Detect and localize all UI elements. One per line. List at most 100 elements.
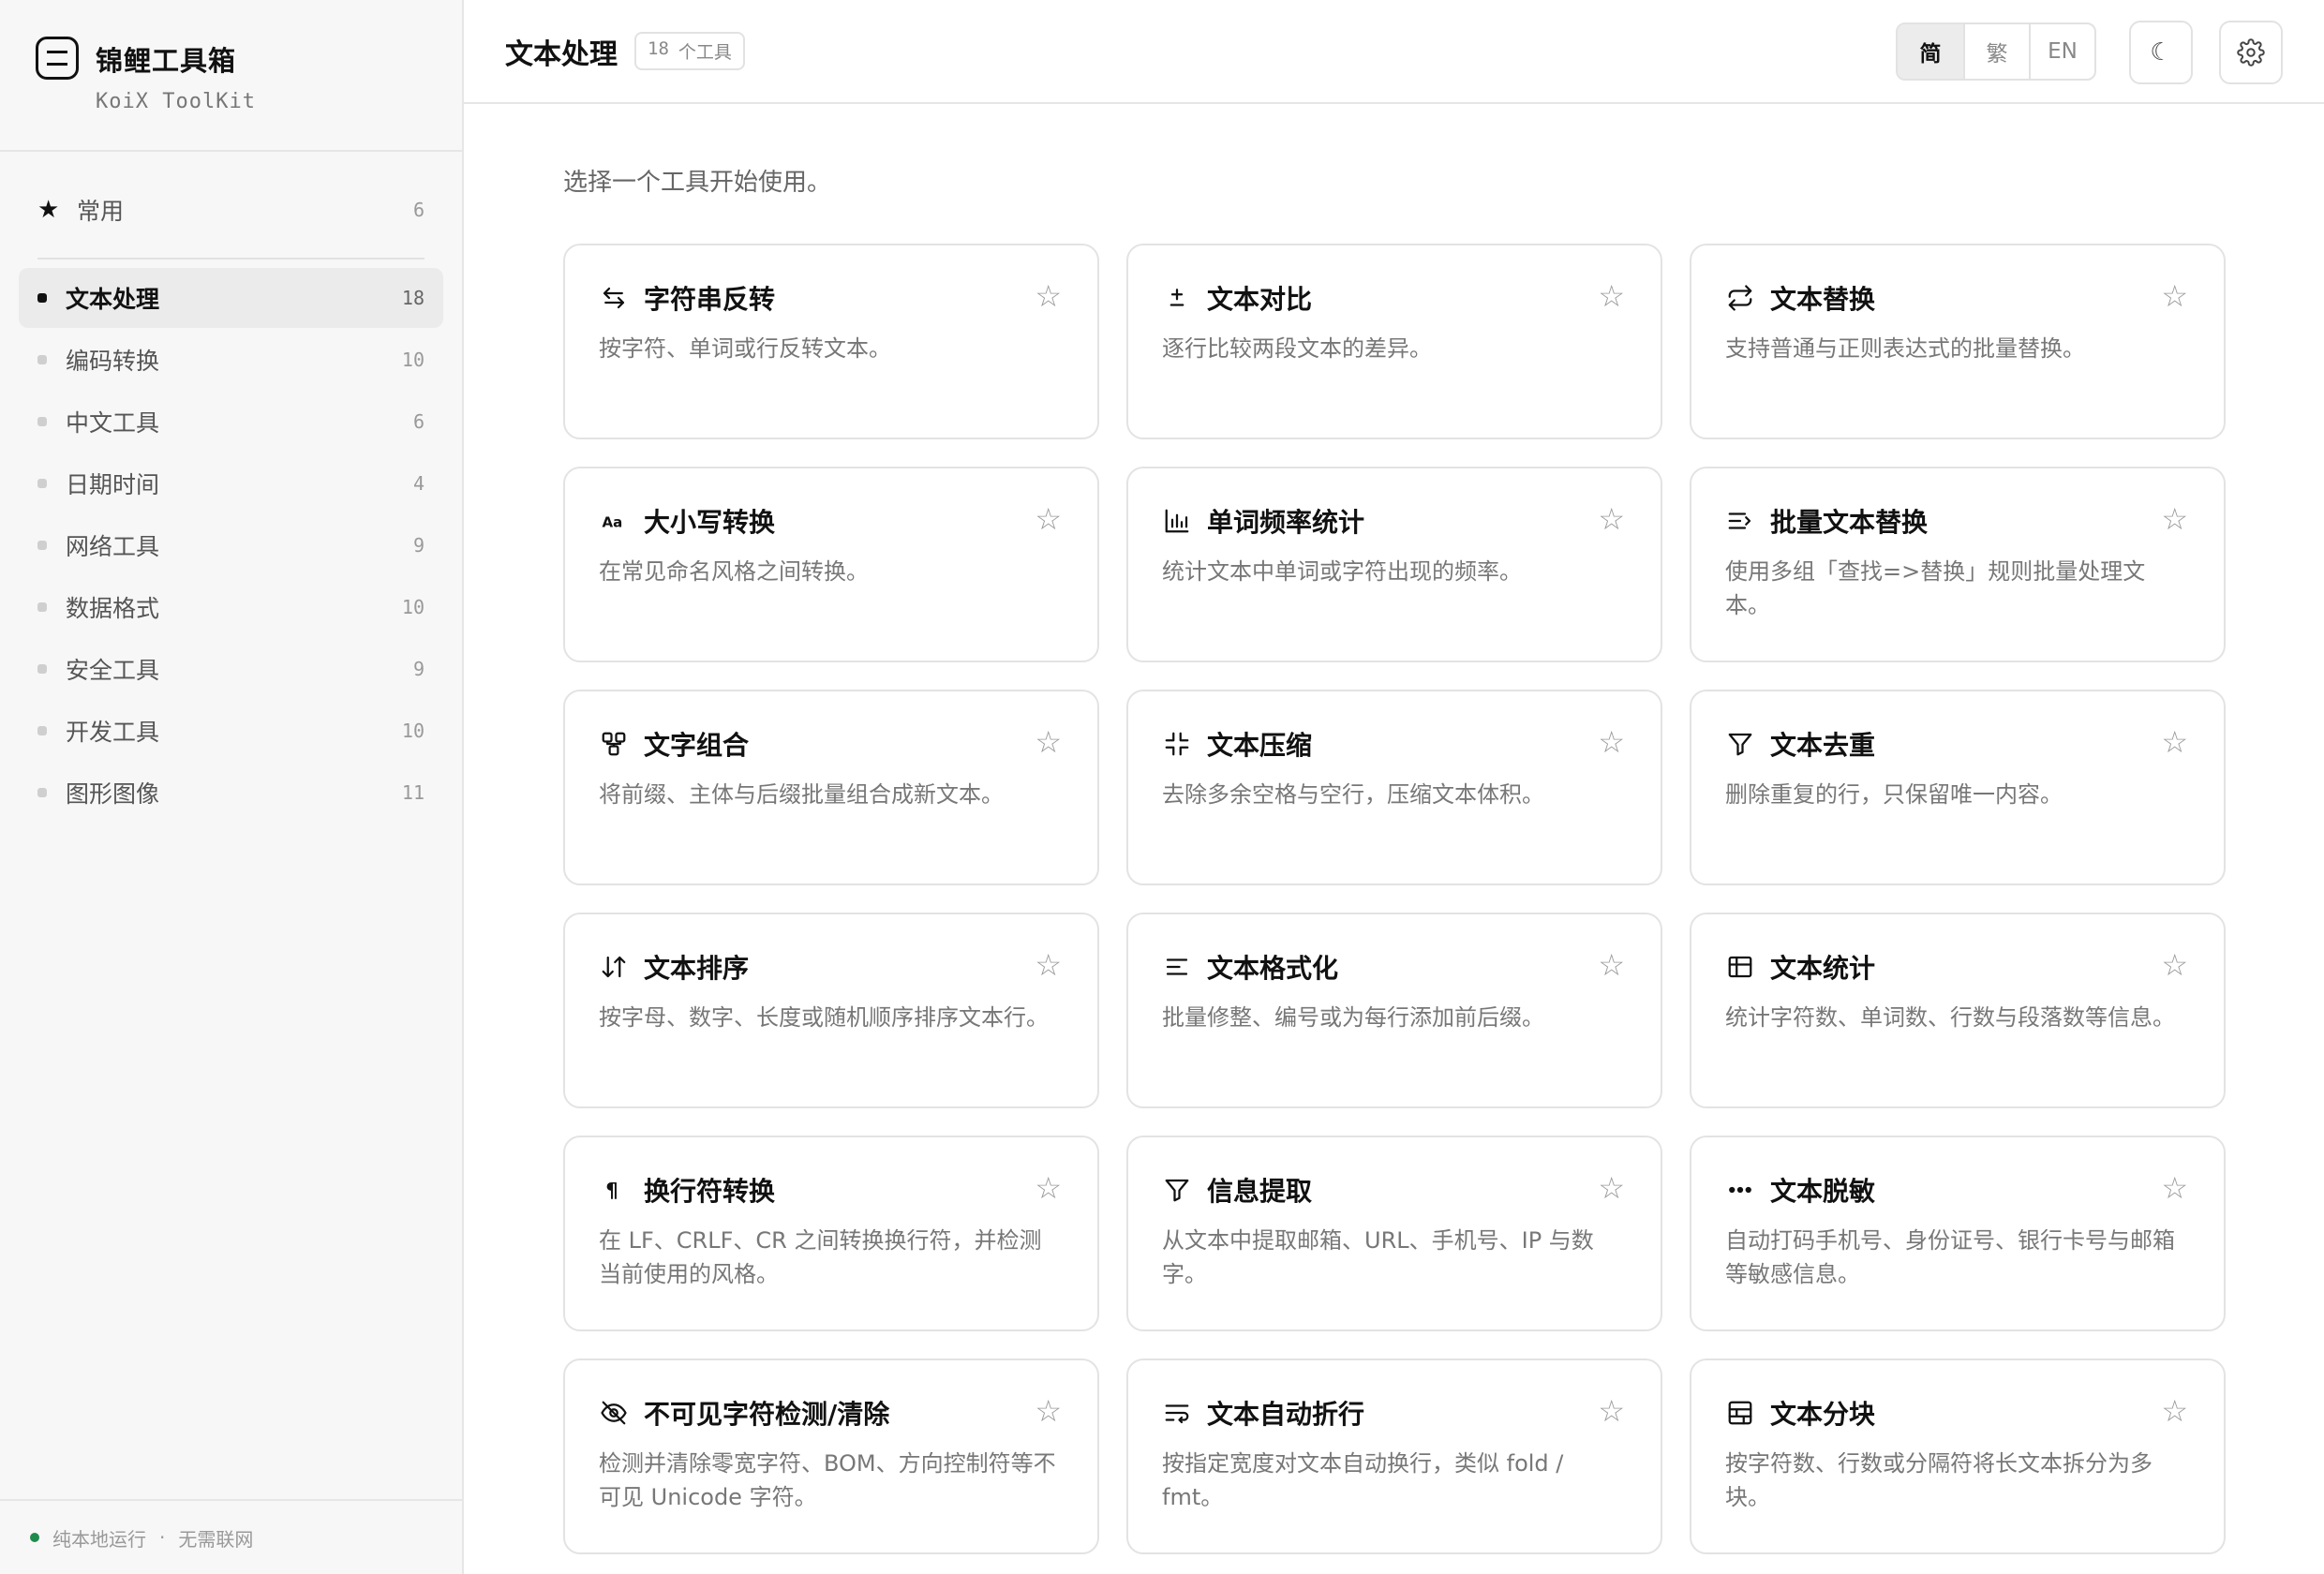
moon-icon: ☾ bbox=[2150, 38, 2172, 67]
tool-description: 自动打码手机号、身份证号、银行卡号与邮箱等敏感信息。 bbox=[1725, 1227, 2175, 1287]
tool-card[interactable]: 批量文本替换 ☆ 使用多组「查找=>替换」规则批量处理文本。 bbox=[1690, 467, 2226, 662]
tool-description: 统计字符数、单词数、行数与段落数等信息。 bbox=[1725, 1004, 2175, 1031]
sidebar-item-6[interactable]: 安全工具 9 bbox=[19, 639, 443, 699]
language-option[interactable]: 简 bbox=[1898, 24, 1963, 79]
svg-text:¶: ¶ bbox=[605, 1180, 618, 1203]
tool-card[interactable]: 文本替换 ☆ 支持普通与正则表达式的批量替换。 bbox=[1690, 244, 2226, 439]
language-option[interactable]: EN bbox=[2029, 24, 2094, 79]
star-outline-icon[interactable]: ☆ bbox=[2161, 1396, 2188, 1426]
plus-minus-icon bbox=[1162, 283, 1192, 313]
sidebar-item-5[interactable]: 数据格式 10 bbox=[19, 577, 443, 637]
star-outline-icon[interactable]: ☆ bbox=[1598, 281, 1625, 311]
tool-card[interactable]: Aa 大小写转换 ☆ 在常见命名风格之间转换。 bbox=[563, 467, 1099, 662]
tool-card[interactable]: 字符串反转 ☆ 按字符、单词或行反转文本。 bbox=[563, 244, 1099, 439]
blocks-icon bbox=[1725, 1398, 1755, 1428]
sidebar-item-3[interactable]: 日期时间 4 bbox=[19, 453, 443, 513]
bullet-icon bbox=[37, 355, 47, 364]
theme-toggle-button[interactable]: ☾ bbox=[2129, 21, 2193, 84]
star-outline-icon[interactable]: ☆ bbox=[2161, 950, 2188, 980]
star-outline-icon[interactable]: ☆ bbox=[1035, 1173, 1062, 1203]
tool-description: 按字母、数字、长度或随机顺序排序文本行。 bbox=[599, 1004, 1049, 1031]
sidebar-item-label: 日期时间 bbox=[66, 471, 160, 498]
sidebar-item-label: 开发工具 bbox=[66, 719, 160, 746]
sidebar-item-count: 10 bbox=[401, 720, 425, 742]
star-outline-icon[interactable]: ☆ bbox=[1598, 1396, 1625, 1426]
sidebar-item-count: 18 bbox=[401, 287, 425, 309]
sidebar-item-1[interactable]: 编码转换 10 bbox=[19, 330, 443, 390]
tool-description: 逐行比较两段文本的差异。 bbox=[1162, 335, 1432, 362]
star-outline-icon[interactable]: ☆ bbox=[1035, 1396, 1062, 1426]
star-outline-icon[interactable]: ☆ bbox=[2161, 281, 2188, 311]
tool-title: 文本去重 bbox=[1770, 730, 1876, 761]
tool-card-header: 文本对比 bbox=[1162, 281, 1627, 315]
tool-card[interactable]: 单词频率统计 ☆ 统计文本中单词或字符出现的频率。 bbox=[1126, 467, 1662, 662]
tool-card[interactable]: 文本去重 ☆ 删除重复的行，只保留唯一内容。 bbox=[1690, 690, 2226, 885]
star-outline-icon[interactable]: ☆ bbox=[2161, 504, 2188, 534]
settings-button[interactable] bbox=[2219, 21, 2283, 84]
sidebar-item-count: 6 bbox=[412, 199, 425, 221]
tool-card[interactable]: ¶ 换行符转换 ☆ 在 LF、CRLF、CR 之间转换换行符，并检测当前使用的风格。 bbox=[563, 1136, 1099, 1331]
sidebar: 锦鲤工具箱 KoiX ToolKit ★ 常用 6 文本处理 18 编码转换 10 中文… bbox=[0, 0, 464, 1574]
tool-card-header: 文本排序 bbox=[599, 950, 1064, 984]
tool-description: 批量修整、编号或为每行添加前后缀。 bbox=[1162, 1004, 1544, 1031]
star-outline-icon[interactable]: ☆ bbox=[2161, 727, 2188, 757]
tool-title: 信息提取 bbox=[1207, 1176, 1313, 1207]
tool-card[interactable]: 文本脱敏 ☆ 自动打码手机号、身份证号、银行卡号与邮箱等敏感信息。 bbox=[1690, 1136, 2226, 1331]
sidebar-item-7[interactable]: 开发工具 10 bbox=[19, 701, 443, 761]
case-icon: Aa bbox=[599, 506, 629, 536]
tool-card[interactable]: 文字组合 ☆ 将前缀、主体与后缀批量组合成新文本。 bbox=[563, 690, 1099, 885]
star-outline-icon[interactable]: ☆ bbox=[1035, 281, 1062, 311]
tool-description: 将前缀、主体与后缀批量组合成新文本。 bbox=[599, 781, 1004, 808]
tool-description: 删除重复的行，只保留唯一内容。 bbox=[1725, 781, 2063, 808]
star-outline-icon[interactable]: ☆ bbox=[1598, 727, 1625, 757]
tool-card[interactable]: 信息提取 ☆ 从文本中提取邮箱、URL、手机号、IP 与数字。 bbox=[1126, 1136, 1662, 1331]
sidebar-item-count: 10 bbox=[401, 596, 425, 618]
tool-card[interactable]: 文本自动折行 ☆ 按指定宽度对文本自动换行，类似 fold / fmt。 bbox=[1126, 1359, 1662, 1554]
sidebar-item-count: 9 bbox=[412, 658, 425, 680]
tool-title: 文本格式化 bbox=[1207, 953, 1339, 984]
tool-description: 按字符数、行数或分隔符将长文本拆分为多块。 bbox=[1725, 1450, 2153, 1510]
tool-card[interactable]: 文本格式化 ☆ 批量修整、编号或为每行添加前后缀。 bbox=[1126, 913, 1662, 1108]
tool-card-header: 文本压缩 bbox=[1162, 727, 1627, 761]
sidebar-item-label: 常用 bbox=[77, 198, 125, 225]
gear-icon bbox=[2237, 38, 2265, 67]
tool-card[interactable]: 文本分块 ☆ 按字符数、行数或分隔符将长文本拆分为多块。 bbox=[1690, 1359, 2226, 1554]
star-outline-icon[interactable]: ☆ bbox=[1598, 504, 1625, 534]
sidebar-item-0[interactable]: 文本处理 18 bbox=[19, 268, 443, 328]
sidebar-item-2[interactable]: 中文工具 6 bbox=[19, 392, 443, 452]
star-outline-icon[interactable]: ☆ bbox=[1598, 950, 1625, 980]
sidebar-item-favorites[interactable]: ★ 常用 6 bbox=[19, 186, 443, 234]
tool-card[interactable]: 文本对比 ☆ 逐行比较两段文本的差异。 bbox=[1126, 244, 1662, 439]
tool-description: 使用多组「查找=>替换」规则批量处理文本。 bbox=[1725, 558, 2146, 618]
tool-card[interactable]: 不可见字符检测/清除 ☆ 检测并清除零宽字符、BOM、方向控制符等不可见 Unico… bbox=[563, 1359, 1099, 1554]
tool-card-header: 文本分块 bbox=[1725, 1396, 2190, 1430]
sidebar-item-4[interactable]: 网络工具 9 bbox=[19, 515, 443, 575]
sidebar-item-label: 安全工具 bbox=[66, 657, 160, 684]
tool-card[interactable]: 文本压缩 ☆ 去除多余空格与空行，压缩文本体积。 bbox=[1126, 690, 1662, 885]
tool-card-header: 文本自动折行 bbox=[1162, 1396, 1627, 1430]
tool-card[interactable]: 文本统计 ☆ 统计字符数、单词数、行数与段落数等信息。 bbox=[1690, 913, 2226, 1108]
main-content: 文本处理 18 个工具 简繁 EN ☾ 选择一个工具开始使用。 字符串反转 ☆ 按字符… bbox=[464, 0, 2324, 1574]
language-option[interactable]: 繁 bbox=[1963, 24, 2029, 79]
sidebar-item-count: 10 bbox=[401, 349, 425, 371]
star-outline-icon[interactable]: ☆ bbox=[1035, 950, 1062, 980]
status-text: 纯本地运行 bbox=[52, 1527, 146, 1551]
tool-description: 按指定宽度对文本自动换行，类似 fold / fmt。 bbox=[1162, 1450, 1564, 1510]
eye-off-icon bbox=[599, 1398, 629, 1428]
pilcrow-icon: ¶ bbox=[599, 1175, 629, 1205]
page-title: 文本处理 bbox=[505, 37, 618, 71]
sidebar-item-8[interactable]: 图形图像 11 bbox=[19, 763, 443, 823]
tool-description: 去除多余空格与空行，压缩文本体积。 bbox=[1162, 781, 1544, 808]
tool-card-header: 字符串反转 bbox=[599, 281, 1064, 315]
star-outline-icon[interactable]: ☆ bbox=[1035, 727, 1062, 757]
tool-card-header: Aa 大小写转换 bbox=[599, 504, 1064, 538]
status-footer: 纯本地运行 · 无需联网 bbox=[0, 1499, 462, 1574]
star-outline-icon[interactable]: ☆ bbox=[1598, 1173, 1625, 1203]
swap-arrows-icon bbox=[599, 283, 629, 313]
tool-card-header: 批量文本替换 bbox=[1725, 504, 2190, 538]
star-outline-icon[interactable]: ☆ bbox=[1035, 504, 1062, 534]
tool-card[interactable]: 文本排序 ☆ 按字母、数字、长度或随机顺序排序文本行。 bbox=[563, 913, 1099, 1108]
sidebar-item-label: 编码转换 bbox=[66, 348, 160, 375]
tool-title: 换行符转换 bbox=[644, 1176, 776, 1207]
star-outline-icon[interactable]: ☆ bbox=[2161, 1173, 2188, 1203]
